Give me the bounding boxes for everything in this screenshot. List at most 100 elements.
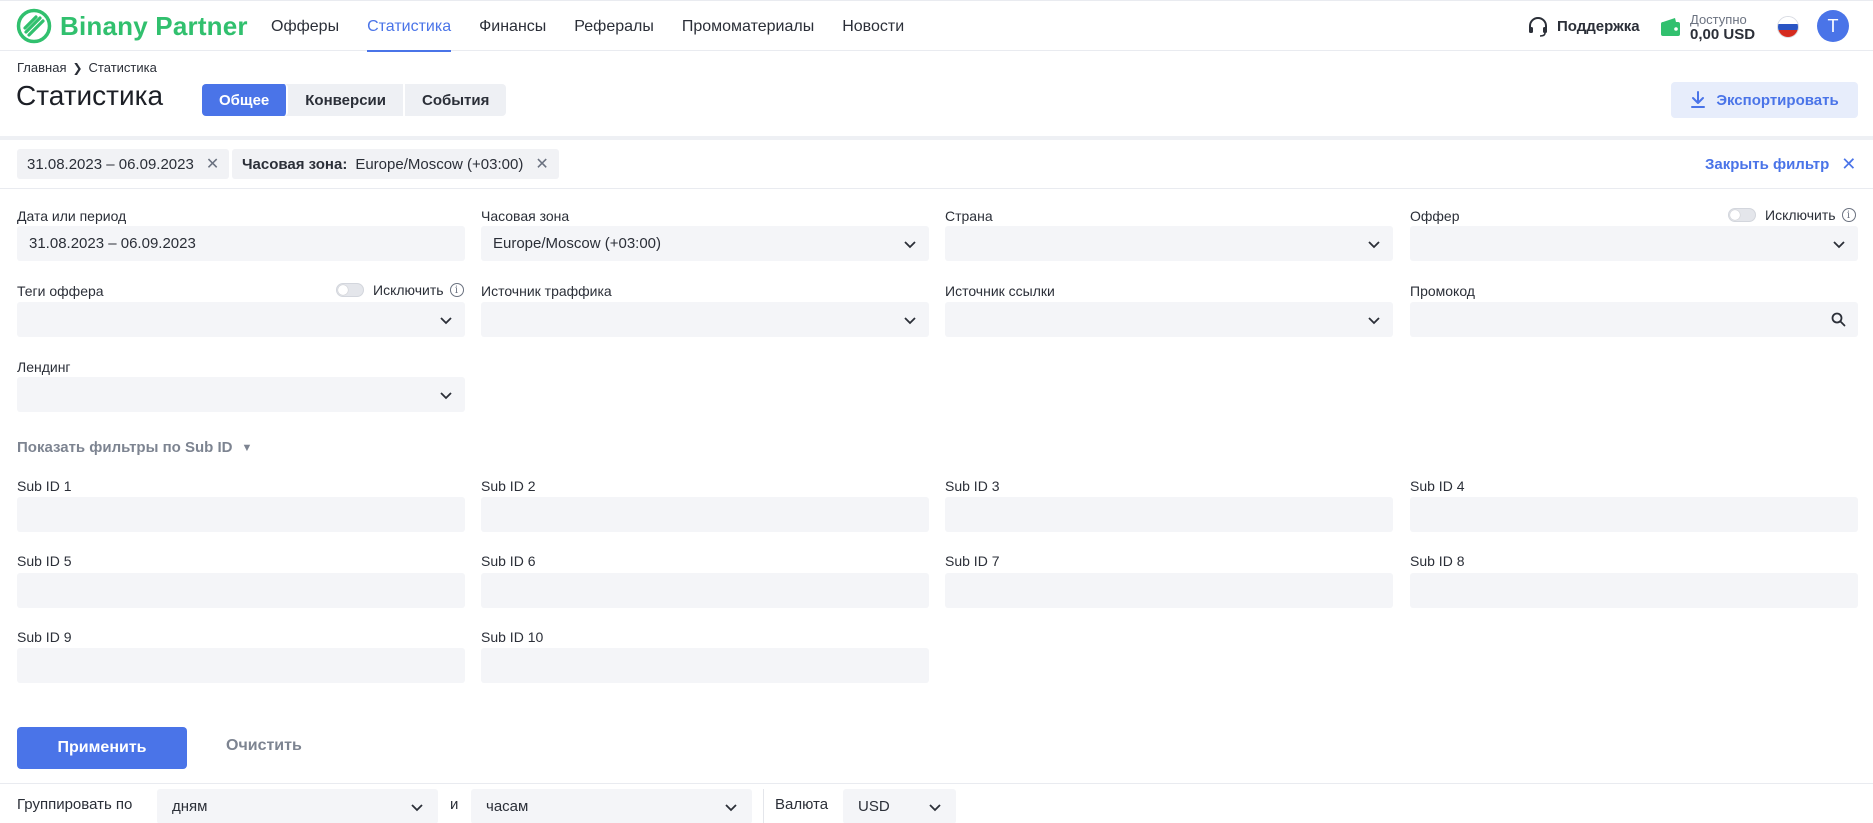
- currency-select[interactable]: USD: [843, 789, 956, 823]
- link-source-label: Источник ссылки: [945, 283, 1055, 299]
- search-icon[interactable]: [1831, 312, 1846, 327]
- date-input[interactable]: 31.08.2023 – 06.09.2023: [17, 226, 465, 261]
- traffic-source-label: Источник траффика: [481, 283, 612, 299]
- offer-tags-select[interactable]: [17, 302, 465, 337]
- timezone-value: Europe/Moscow (+03:00): [493, 235, 662, 252]
- group-secondary-value: часам: [486, 798, 529, 815]
- chevron-down-icon: [440, 317, 452, 325]
- currency-label: Валюта: [775, 796, 829, 813]
- export-label: Экспортировать: [1716, 91, 1839, 109]
- chevron-down-icon: [411, 804, 423, 812]
- chevron-down-icon: [1833, 241, 1845, 249]
- chevron-down-icon: [929, 804, 941, 812]
- brand-name: Binany Partner: [60, 10, 248, 41]
- user-avatar[interactable]: T: [1817, 10, 1849, 42]
- tz-chip-value: Europe/Moscow (+03:00): [355, 155, 524, 173]
- country-label: Страна: [945, 208, 993, 224]
- subid-3-label: Sub ID 3: [945, 478, 1000, 494]
- landing-select[interactable]: [17, 377, 465, 412]
- offer-tags-exclude-toggle[interactable]: Исключить i: [336, 282, 464, 298]
- offer-exclude-label: Исключить: [1765, 207, 1836, 223]
- nav-item-statistics[interactable]: Статистика: [367, 1, 452, 52]
- subid-7-input[interactable]: [945, 573, 1393, 608]
- subid-8-input[interactable]: [1410, 573, 1858, 608]
- caret-down-icon: ▼: [241, 441, 253, 454]
- offer-tags-label: Теги оффера: [17, 283, 104, 299]
- offer-label: Оффер: [1410, 208, 1460, 224]
- toggle-switch[interactable]: [1728, 208, 1756, 222]
- date-value: 31.08.2023 – 06.09.2023: [29, 235, 196, 252]
- subid-filters-toggle[interactable]: Показать фильтры по Sub ID ▼: [17, 439, 252, 456]
- timezone-filter-chip[interactable]: Часовая зона: Europe/Moscow (+03:00) ✕: [232, 149, 559, 179]
- export-button[interactable]: Экспортировать: [1671, 82, 1858, 118]
- group-primary-select[interactable]: дням: [157, 789, 438, 823]
- tab-events[interactable]: События: [405, 84, 506, 116]
- subid-6-input[interactable]: [481, 573, 929, 608]
- page-title: Статистика: [16, 80, 164, 111]
- nav-item-offers[interactable]: Офферы: [271, 1, 339, 52]
- stats-tabs: Общее Конверсии События: [202, 84, 507, 116]
- subid-5-input[interactable]: [17, 573, 465, 608]
- group-primary-value: дням: [172, 798, 208, 815]
- subid-2-input[interactable]: [481, 497, 929, 532]
- nav-item-promo[interactable]: Промоматериалы: [682, 1, 814, 52]
- offer-tags-exclude-label: Исключить: [373, 282, 444, 298]
- brand-logo[interactable]: Binany Partner: [16, 8, 248, 44]
- tz-chip-key: Часовая зона:: [242, 155, 348, 173]
- subid-toggle-label: Показать фильтры по Sub ID: [17, 439, 233, 456]
- chevron-down-icon: [904, 317, 916, 325]
- date-label: Дата или период: [17, 208, 127, 224]
- link-source-select[interactable]: [945, 302, 1393, 337]
- nav-item-referrals[interactable]: Рефералы: [574, 1, 654, 52]
- group-secondary-select[interactable]: часам: [471, 789, 752, 823]
- offer-exclude-toggle[interactable]: Исключить i: [1728, 207, 1856, 223]
- chevron-down-icon: [440, 392, 452, 400]
- chevron-down-icon: [1368, 317, 1380, 325]
- info-icon[interactable]: i: [1841, 208, 1856, 222]
- toggle-switch[interactable]: [336, 283, 364, 297]
- nav-item-news[interactable]: Новости: [842, 1, 904, 52]
- date-chip-value: 31.08.2023 – 06.09.2023: [27, 155, 194, 173]
- traffic-source-select[interactable]: [481, 302, 929, 337]
- russia-flag-icon[interactable]: [1777, 16, 1799, 38]
- date-filter-chip[interactable]: 31.08.2023 – 06.09.2023 ✕: [17, 149, 230, 179]
- remove-chip-icon[interactable]: ✕: [206, 154, 219, 174]
- tab-general[interactable]: Общее: [202, 84, 289, 116]
- chevron-down-icon: [725, 804, 737, 812]
- subid-3-input[interactable]: [945, 497, 1393, 532]
- balance-label: Доступно: [1690, 12, 1747, 27]
- subid-9-label: Sub ID 9: [17, 629, 72, 645]
- top-navbar: Binany Partner Офферы Статистика Финансы…: [0, 0, 1873, 52]
- balance-value: 0,00 USD: [1690, 26, 1756, 43]
- active-filters-bar: 31.08.2023 – 06.09.2023 ✕ Часовая зона: …: [0, 140, 1873, 189]
- chevron-down-icon: [904, 241, 916, 249]
- subid-1-input[interactable]: [17, 497, 465, 532]
- remove-chip-icon[interactable]: ✕: [535, 154, 548, 174]
- close-filter-label: Закрыть фильтр: [1705, 156, 1830, 173]
- group-by-label: Группировать по: [17, 796, 133, 813]
- subid-4-label: Sub ID 4: [1410, 478, 1465, 494]
- subid-10-input[interactable]: [481, 648, 929, 683]
- breadcrumb-home[interactable]: Главная: [17, 60, 66, 75]
- subid-4-input[interactable]: [1410, 497, 1858, 532]
- subid-1-label: Sub ID 1: [17, 478, 72, 494]
- chevron-down-icon: [1368, 241, 1380, 249]
- subid-5-label: Sub ID 5: [17, 553, 72, 569]
- subid-10-label: Sub ID 10: [481, 629, 544, 645]
- support-link[interactable]: Поддержка: [1527, 14, 1640, 38]
- close-filter-button[interactable]: Закрыть фильтр ✕: [1705, 154, 1856, 175]
- info-icon[interactable]: i: [449, 283, 464, 297]
- subid-7-label: Sub ID 7: [945, 553, 1000, 569]
- nav-item-finance[interactable]: Финансы: [479, 1, 546, 52]
- subid-9-input[interactable]: [17, 648, 465, 683]
- apply-button[interactable]: Применить: [17, 727, 187, 769]
- subid-2-label: Sub ID 2: [481, 478, 536, 494]
- timezone-select[interactable]: Europe/Moscow (+03:00): [481, 226, 929, 261]
- tab-conversions[interactable]: Конверсии: [288, 84, 405, 116]
- offer-select[interactable]: [1410, 226, 1858, 261]
- promocode-label: Промокод: [1410, 283, 1475, 299]
- balance-widget[interactable]: Доступно 0,00 USD: [1660, 9, 1755, 45]
- clear-button[interactable]: Очистить: [226, 737, 302, 755]
- country-select[interactable]: [945, 226, 1393, 261]
- promocode-input[interactable]: [1410, 302, 1858, 337]
